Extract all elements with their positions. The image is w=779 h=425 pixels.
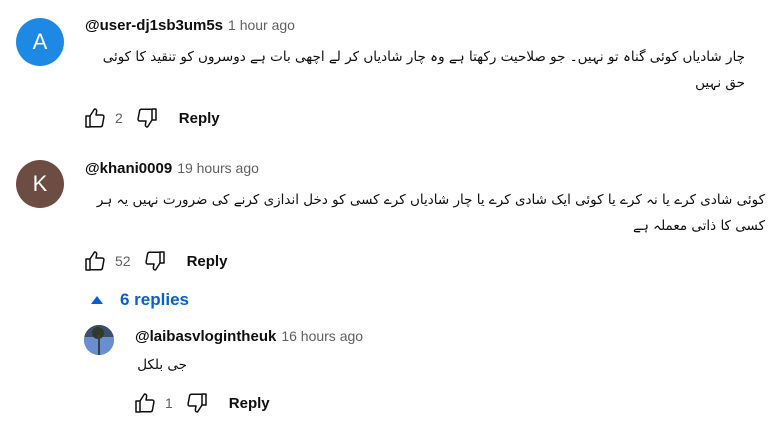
comment-header: @user-dj1sb3um5s 1 hour ago	[85, 17, 295, 34]
caret-up-icon	[91, 296, 103, 304]
like-count: 52	[115, 253, 131, 269]
comment-header: @khani0009 19 hours ago	[85, 160, 259, 177]
dislike-icon[interactable]	[183, 389, 211, 417]
like-icon[interactable]	[131, 389, 159, 417]
comment-text: کوئی شادی کرے یا نہ کرے یا کوئی ایک شادی…	[96, 192, 765, 234]
like-count: 2	[115, 110, 123, 126]
dislike-icon[interactable]	[133, 104, 161, 132]
comment-actions: 52 Reply	[81, 247, 227, 275]
avatar[interactable]: A	[16, 18, 64, 66]
like-icon[interactable]	[81, 247, 109, 275]
comment-author[interactable]: @khani0009	[85, 160, 172, 177]
comment-time[interactable]: 19 hours ago	[177, 160, 259, 176]
comment-actions: 2 Reply	[81, 104, 220, 132]
like-count: 1	[165, 395, 173, 411]
avatar[interactable]: K	[16, 160, 64, 208]
avatar[interactable]	[84, 325, 114, 355]
dislike-icon[interactable]	[141, 247, 169, 275]
comment-actions: 1 Reply	[131, 389, 270, 417]
reply-button[interactable]: Reply	[179, 110, 220, 127]
avatar-image	[84, 325, 114, 355]
reply-button[interactable]: Reply	[229, 395, 270, 412]
comment-text: جی بلکل	[137, 357, 187, 373]
comment-author[interactable]: @user-dj1sb3um5s	[85, 17, 223, 34]
comment-header: @laibasvlogintheuk 16 hours ago	[135, 328, 363, 345]
reply-button[interactable]: Reply	[187, 253, 228, 270]
comment-text: چار شادیاں کوئی گناہ تو نہیں۔ جو صلاحیت …	[102, 49, 745, 91]
comment-time[interactable]: 16 hours ago	[281, 328, 363, 344]
replies-count-label: 6 replies	[120, 290, 189, 309]
like-icon[interactable]	[81, 104, 109, 132]
comment-author[interactable]: @laibasvlogintheuk	[135, 328, 276, 345]
replies-toggle-button[interactable]: 6 replies	[88, 290, 189, 310]
comment-time[interactable]: 1 hour ago	[228, 17, 295, 33]
